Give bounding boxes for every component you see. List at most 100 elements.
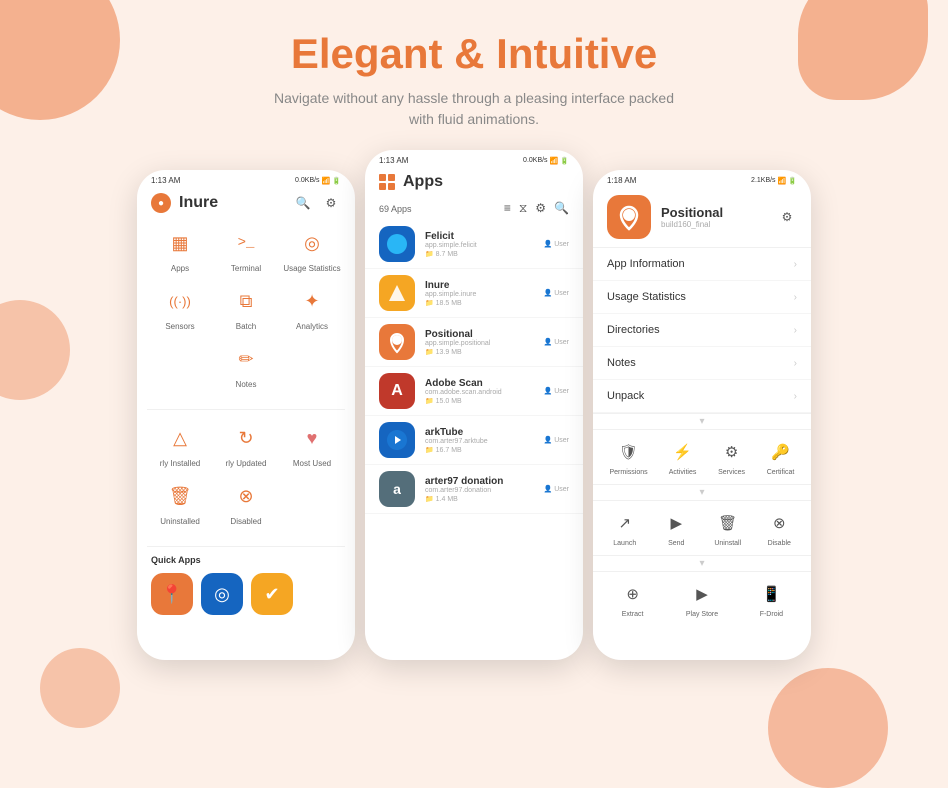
grid-item-notes[interactable]: ✏ Notes xyxy=(216,341,276,389)
action-launch[interactable]: ↗ Launch xyxy=(611,509,639,547)
status-bar-left: 1:13 AM 0.0KB/s 📶 🔋 xyxy=(137,170,355,187)
detail-app-pkg: build160_final xyxy=(661,220,767,229)
detail-app-name: Positional xyxy=(661,205,767,220)
action-activities[interactable]: ⚡ Activities xyxy=(669,438,697,476)
app-type-positional: 👤 User xyxy=(544,338,569,346)
app-bar-left: ● Inure 🔍 ⚙ xyxy=(137,187,355,219)
page-title: Elegant & Intuitive xyxy=(0,30,948,78)
apps-grid-icon xyxy=(379,174,395,190)
quick-app-positional[interactable]: 📍 xyxy=(151,573,193,615)
grid-item-apps[interactable]: ▦ Apps xyxy=(150,225,210,273)
search-icon-left[interactable]: 🔍 xyxy=(293,193,313,213)
blob-bottomright xyxy=(768,668,888,788)
status-time-center: 1:13 AM xyxy=(379,156,408,165)
expand-row-2[interactable]: ▾ xyxy=(593,484,811,500)
menu-label-notes: Notes xyxy=(607,357,636,369)
app-detail-header: Positional build160_final ⚙ xyxy=(593,187,811,248)
grid-item-sensors[interactable]: ((·)) Sensors xyxy=(150,283,210,331)
apps-count-bar: 69 Apps ≡ ⧖ ⚙ 🔍 xyxy=(365,197,583,220)
menu-item-appinfo[interactable]: App Information › xyxy=(593,248,811,281)
status-icons-right: 2.1KB/s 📶 🔋 xyxy=(751,177,797,185)
activities-icon: ⚡ xyxy=(669,438,697,466)
phone-left: 1:13 AM 0.0KB/s 📶 🔋 ● Inure 🔍 ⚙ ▦ Apps >… xyxy=(137,170,355,660)
divider-2 xyxy=(147,546,345,547)
list-item[interactable]: a arter97 donation com.arter97.donation … xyxy=(365,465,583,514)
app-type-inure: 👤 User xyxy=(544,289,569,297)
settings-icon-left[interactable]: ⚙ xyxy=(321,193,341,213)
menu-item-usage[interactable]: Usage Statistics › xyxy=(593,281,811,314)
app-icon-arktube xyxy=(379,422,415,458)
list-item[interactable]: A Adobe Scan com.adobe.scan.android 📁 15… xyxy=(365,367,583,416)
batch-icon: ⧉ xyxy=(228,283,264,319)
grid-item-analytics[interactable]: ✦ Analytics xyxy=(282,283,342,331)
options-icon[interactable]: ⚙ xyxy=(535,201,546,216)
action-fdroid[interactable]: 📱 F-Droid xyxy=(757,580,785,618)
apps-icon: ▦ xyxy=(162,225,198,261)
expand-row-1[interactable]: ▾ xyxy=(593,413,811,429)
send-icon: ▶ xyxy=(662,509,690,537)
grid-item-installed[interactable]: △ rly Installed xyxy=(150,420,210,468)
menu-item-directories[interactable]: Directories › xyxy=(593,314,811,347)
grid-item-uninstalled[interactable]: 🗑 Uninstalled xyxy=(150,478,210,526)
grid-row-1: ▦ Apps >_ Terminal ◎ Usage Statistics xyxy=(147,225,345,273)
expand-row-3[interactable]: ▾ xyxy=(593,555,811,571)
permissions-icon: 🛡 xyxy=(615,438,643,466)
status-bar-right: 1:18 AM 2.1KB/s 📶 🔋 xyxy=(593,170,811,187)
analytics-icon: ✦ xyxy=(294,283,330,319)
action-disable[interactable]: ⊗ Disable xyxy=(765,509,793,547)
chevron-usage: › xyxy=(794,292,797,303)
menu-label-directories: Directories xyxy=(607,324,660,336)
sensors-icon: ((·)) xyxy=(162,283,198,319)
sort-icon[interactable]: ≡ xyxy=(504,201,511,216)
services-icon: ⚙ xyxy=(718,438,746,466)
action-uninstall[interactable]: 🗑 Uninstall xyxy=(714,509,742,547)
apps-count: 69 Apps xyxy=(379,204,412,214)
grid-item-disabled[interactable]: ⊗ Disabled xyxy=(216,478,276,526)
app-title-left: Inure xyxy=(179,194,285,212)
positional-icon xyxy=(607,195,651,239)
status-icons-left: 0.0KB/s 📶 🔋 xyxy=(295,177,341,185)
list-item[interactable]: Felicit app.simple.felicit 📁 8.7 MB 👤 Us… xyxy=(365,220,583,269)
app-icon-felicit xyxy=(379,226,415,262)
list-item[interactable]: Inure app.simple.inure 📁 18.5 MB 👤 User xyxy=(365,269,583,318)
quick-app-inure[interactable]: ✔ xyxy=(251,573,293,615)
action-playstore[interactable]: ▶ Play Store xyxy=(686,580,718,618)
uninstalled-icon: 🗑 xyxy=(162,478,198,514)
grid-item-batch[interactable]: ⧉ Batch xyxy=(216,283,276,331)
list-item[interactable]: Positional app.simple.positional 📁 13.9 … xyxy=(365,318,583,367)
search-icon-center[interactable]: 🔍 xyxy=(554,201,569,216)
list-item[interactable]: arkTube com.arter97.arktube 📁 16.7 MB 👤 … xyxy=(365,416,583,465)
inure-logo: ● xyxy=(151,193,171,213)
action-services[interactable]: ⚙ Services xyxy=(718,438,746,476)
status-time-left: 1:13 AM xyxy=(151,176,180,185)
grid-item-mostused[interactable]: ♥ Most Used xyxy=(282,420,342,468)
menu-item-notes[interactable]: Notes › xyxy=(593,347,811,380)
app-type-felicit: 👤 User xyxy=(544,240,569,248)
menu-item-unpack[interactable]: Unpack › xyxy=(593,380,811,413)
action-certificate[interactable]: 🔑 Certificat xyxy=(767,438,795,476)
action-permissions[interactable]: 🛡 Permissions xyxy=(609,438,647,476)
status-icons-center: 0.0KB/s 📶 🔋 xyxy=(523,157,569,165)
action-extract[interactable]: ⊕ Extract xyxy=(619,580,647,618)
phones-container: 1:13 AM 0.0KB/s 📶 🔋 ● Inure 🔍 ⚙ ▦ Apps >… xyxy=(0,150,948,660)
playstore-icon: ▶ xyxy=(688,580,716,608)
detail-settings-icon[interactable]: ⚙ xyxy=(777,207,797,227)
app-bar-center: Apps xyxy=(365,167,583,197)
filter-icon[interactable]: ⧖ xyxy=(519,201,527,216)
divider-1 xyxy=(147,409,345,410)
mostused-icon: ♥ xyxy=(294,420,330,456)
grid-item-updated[interactable]: ↻ rly Updated xyxy=(216,420,276,468)
app-type-arktube: 👤 User xyxy=(544,436,569,444)
quick-apps-row: 📍 ◎ ✔ xyxy=(137,569,355,619)
extract-icon: ⊕ xyxy=(619,580,647,608)
app-info-arktube: arkTube com.arter97.arktube 📁 16.7 MB xyxy=(425,427,534,454)
status-time-right: 1:18 AM xyxy=(607,176,636,185)
action-send[interactable]: ▶ Send xyxy=(662,509,690,547)
grid-item-usage[interactable]: ◎ Usage Statistics xyxy=(282,225,342,273)
chevron-directories: › xyxy=(794,325,797,336)
grid-row-2: ((·)) Sensors ⧉ Batch ✦ Analytics xyxy=(147,283,345,331)
quick-app-felicit[interactable]: ◎ xyxy=(201,573,243,615)
app-info-felicit: Felicit app.simple.felicit 📁 8.7 MB xyxy=(425,231,534,258)
grid-item-terminal[interactable]: >_ Terminal xyxy=(216,225,276,273)
menu-label-appinfo: App Information xyxy=(607,258,685,270)
